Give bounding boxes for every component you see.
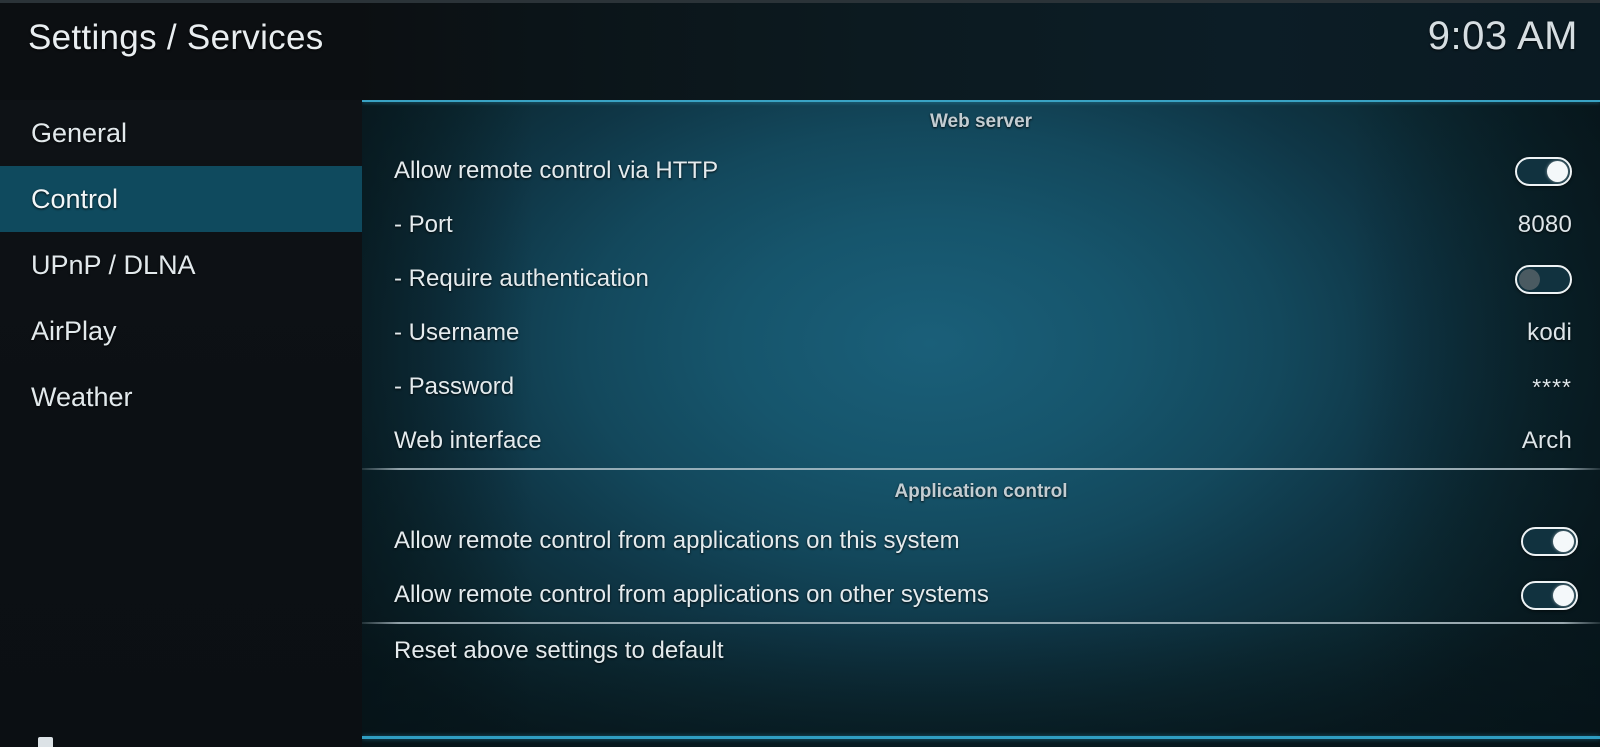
setting-value-username[interactable]: kodi [1527, 319, 1572, 347]
setting-label: - Password [394, 373, 515, 400]
kodi-settings-screen: Settings / Services 9:03 AM General Cont… [0, 0, 1600, 747]
setting-row-allow-remote-this-system[interactable]: Allow remote control from applications o… [362, 514, 1600, 568]
sidebar-item-label: Weather [31, 381, 133, 412]
toggle-allow-remote-http[interactable] [1515, 156, 1572, 186]
sidebar-item-control[interactable]: Control [0, 166, 362, 232]
section-header-application-control: Application control [894, 481, 1068, 502]
setting-row-require-authentication[interactable]: - Require authentication [362, 252, 1600, 306]
settings-category-sidebar: General Control UPnP / DLNA AirPlay Weat… [0, 100, 362, 747]
section-header-web-server: Web server [929, 111, 1033, 132]
setting-row-password[interactable]: - Password **** [362, 360, 1600, 414]
setting-row-reset-defaults[interactable]: Reset above settings to default [362, 624, 1600, 678]
content-top-accent-rule [362, 100, 1600, 102]
toggle-require-authentication[interactable] [1515, 264, 1572, 294]
sidebar-item-label: UPnP / DLNA [31, 249, 196, 280]
setting-row-allow-remote-http[interactable]: Allow remote control via HTTP [362, 144, 1600, 198]
settings-content-panel: Web server Allow remote control via HTTP… [362, 100, 1600, 747]
setting-value-password[interactable]: **** [1532, 374, 1572, 401]
header-top-hairline [0, 0, 1600, 3]
setting-label: - Username [394, 319, 520, 346]
settings-level-icon[interactable] [38, 737, 53, 747]
setting-label: Allow remote control from applications o… [394, 527, 960, 554]
content-bottom-accent-rule [362, 736, 1600, 739]
setting-row-port[interactable]: - Port 8080 [362, 198, 1600, 252]
sidebar-item-weather[interactable]: Weather [0, 364, 362, 430]
toggle-knob [1553, 530, 1574, 552]
setting-label: Allow remote control via HTTP [394, 157, 719, 184]
toggle-allow-remote-this-system[interactable] [1521, 526, 1578, 556]
setting-value-port[interactable]: 8080 [1518, 211, 1572, 239]
setting-row-web-interface[interactable]: Web interface Arch [362, 414, 1600, 468]
setting-row-allow-remote-other-systems[interactable]: Allow remote control from applications o… [362, 568, 1600, 622]
sidebar-item-airplay[interactable]: AirPlay [0, 298, 362, 364]
sidebar-item-upnp-dlna[interactable]: UPnP / DLNA [0, 232, 362, 298]
toggle-knob [1553, 584, 1574, 606]
toggle-allow-remote-other-systems[interactable] [1521, 580, 1578, 610]
setting-value-web-interface[interactable]: Arch [1522, 427, 1572, 455]
setting-label: - Require authentication [394, 265, 649, 292]
toggle-knob [1519, 268, 1540, 290]
sidebar-item-general[interactable]: General [0, 100, 362, 166]
setting-row-username[interactable]: - Username kodi [362, 306, 1600, 360]
page-title: Settings / Services [28, 18, 324, 57]
setting-label: Reset above settings to default [394, 637, 724, 664]
clock-label: 9:03 AM [1427, 14, 1578, 58]
setting-label: - Port [394, 211, 453, 238]
toggle-knob [1547, 160, 1568, 182]
top-header-bar: Settings / Services 9:03 AM [0, 0, 1600, 100]
setting-label: Allow remote control from applications o… [394, 581, 989, 608]
sidebar-item-label: AirPlay [31, 315, 117, 346]
sidebar-item-label: Control [31, 183, 119, 214]
sidebar-item-label: General [31, 117, 128, 148]
setting-label: Web interface [394, 427, 542, 454]
